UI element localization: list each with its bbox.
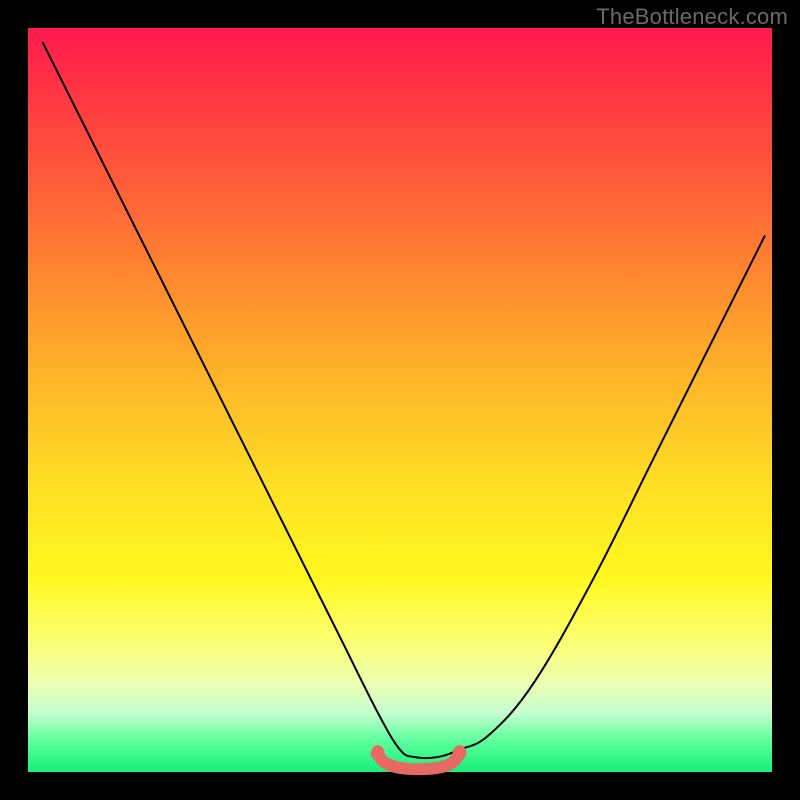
plot-svg [28,28,772,772]
valley-marker-dot-right [453,746,467,760]
valley-marker-dot-left [371,746,385,760]
chart-area [28,28,772,772]
watermark-text: TheBottleneck.com [596,4,788,30]
bottleneck-curve [43,43,765,758]
curve-group [43,43,765,758]
